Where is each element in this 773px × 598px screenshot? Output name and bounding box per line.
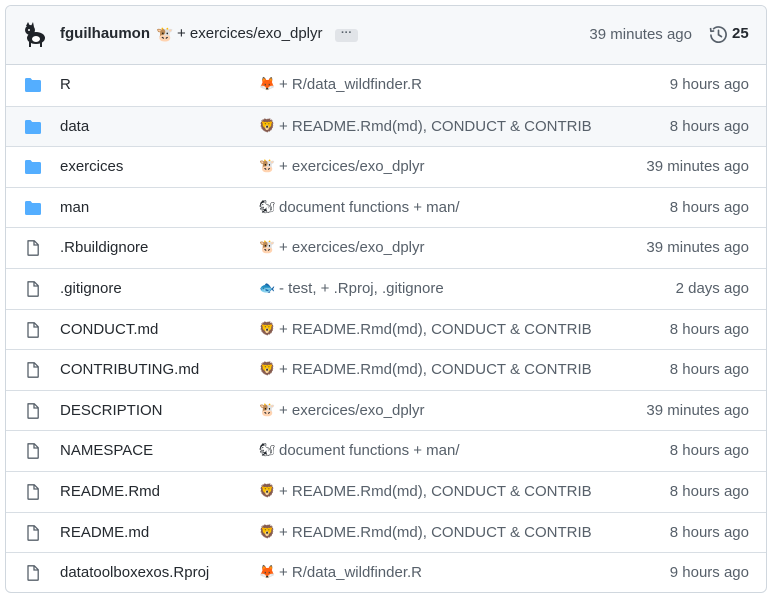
- history-icon[interactable]: [709, 25, 728, 44]
- folder-icon: [25, 119, 41, 134]
- file-commit-time: 39 minutes ago: [646, 158, 749, 176]
- file-icon: [27, 565, 39, 581]
- file-row[interactable]: DESCRIPTION 🐮 + exercices/exo_dplyr 39 m…: [6, 389, 766, 431]
- expand-commit-button[interactable]: ···: [335, 28, 358, 42]
- file-commit-time: 39 minutes ago: [646, 401, 749, 419]
- file-row[interactable]: man 🐿 document functions + man/ 8 hours …: [6, 186, 766, 228]
- file-row[interactable]: data 🦁 + README.Rmd(md), CONDUCT & CONTR…: [6, 105, 766, 147]
- folder-icon: [25, 200, 41, 215]
- file-commit-time: 2 days ago: [675, 279, 749, 297]
- cow-emoji-icon: 🐮: [156, 26, 174, 42]
- file-commit-time: 9 hours ago: [669, 564, 749, 582]
- file-row[interactable]: CONTRIBUTING.md 🦁 + README.Rmd(md), COND…: [6, 349, 766, 390]
- file-commit-message-link[interactable]: + README.Rmd(md), CONDUCT & CONTRIB: [279, 524, 592, 541]
- file-commit-message-link[interactable]: + README.Rmd(md), CONDUCT & CONTRIB: [279, 483, 592, 500]
- file-commit-time: 8 hours ago: [669, 117, 749, 135]
- commit-emoji-icon: 🦊: [259, 76, 276, 91]
- commit-emoji-icon: 🦁: [259, 117, 276, 133]
- file-name-link[interactable]: data: [60, 118, 89, 135]
- file-commit-message-link[interactable]: + exercices/exo_dplyr: [279, 402, 425, 419]
- file-icon: [27, 362, 39, 379]
- file-name-link[interactable]: CONTRIBUTING.md: [60, 361, 199, 378]
- file-name-link[interactable]: README.md: [60, 524, 149, 541]
- file-row[interactable]: README.Rmd 🦁 + README.Rmd(md), CONDUCT &…: [6, 470, 766, 512]
- file-name-link[interactable]: .Rbuildignore: [60, 239, 148, 256]
- file-name-link[interactable]: CONDUCT.md: [60, 321, 158, 338]
- commit-message[interactable]: + exercices/exo_dplyr: [177, 25, 323, 42]
- file-icon: [27, 443, 39, 460]
- latest-commit-bar: fguilhaumon 🐮 + exercices/exo_dplyr ··· …: [6, 6, 766, 65]
- file-commit-time: 8 hours ago: [669, 523, 749, 541]
- file-commit-time: 8 hours ago: [669, 361, 749, 379]
- file-commit-message-link[interactable]: document functions + man/: [279, 199, 460, 216]
- file-commit-time: 8 hours ago: [669, 482, 749, 500]
- file-row[interactable]: NAMESPACE 🐿 document functions + man/ 8 …: [6, 430, 766, 471]
- file-commit-message-link[interactable]: + README.Rmd(md), CONDUCT & CONTRIB: [279, 361, 592, 378]
- commit-emoji-icon: 🦁: [259, 320, 276, 336]
- file-name-link[interactable]: datatoolboxexos.Rproj: [60, 564, 209, 581]
- commit-count[interactable]: 25: [732, 25, 749, 42]
- file-list: R 🦊 + R/data_wildfinder.R 9 hours ago da…: [6, 65, 766, 592]
- file-commit-message-link[interactable]: + R/data_wildfinder.R: [279, 564, 422, 581]
- file-commit-message-link[interactable]: + exercices/exo_dplyr: [279, 158, 425, 175]
- file-commit-message-link[interactable]: + README.Rmd(md), CONDUCT & CONTRIB: [279, 118, 592, 135]
- file-row[interactable]: datatoolboxexos.Rproj 🦊 + R/data_wildfin…: [6, 552, 766, 592]
- file-commit-time: 39 minutes ago: [646, 239, 749, 257]
- folder-icon: [25, 78, 41, 92]
- file-name-link[interactable]: DESCRIPTION: [60, 402, 163, 419]
- file-row[interactable]: .Rbuildignore 🐮 + exercices/exo_dplyr 39…: [6, 227, 766, 268]
- commit-emoji-icon: 🐟: [259, 279, 276, 295]
- commit-emoji-icon: 🐮: [259, 158, 276, 174]
- file-icon: [27, 402, 39, 419]
- commit-emoji-icon: 🐿: [259, 198, 276, 214]
- file-icon: [27, 281, 39, 297]
- file-row[interactable]: exercices 🐮 + exercices/exo_dplyr 39 min…: [6, 146, 766, 187]
- file-name-link[interactable]: R: [60, 76, 71, 93]
- file-icon: [27, 240, 39, 257]
- author-avatar[interactable]: [22, 22, 48, 48]
- commit-emoji-icon: 🦁: [259, 482, 276, 498]
- file-name-link[interactable]: .gitignore: [60, 280, 122, 297]
- file-icon: [27, 524, 39, 541]
- commit-emoji-icon: 🦁: [259, 361, 276, 377]
- file-commit-message-link[interactable]: - test, + .Rproj, .gitignore: [279, 280, 444, 297]
- file-commit-time: 8 hours ago: [669, 320, 749, 338]
- file-commit-message-link[interactable]: + README.Rmd(md), CONDUCT & CONTRIB: [279, 321, 592, 338]
- commit-emoji-icon: 🦁: [259, 523, 276, 539]
- file-name-link[interactable]: README.Rmd: [60, 483, 160, 500]
- commit-emoji-icon: 🐮: [259, 401, 276, 417]
- file-name-link[interactable]: exercices: [60, 158, 123, 175]
- commit-emoji-icon: 🐿: [259, 442, 276, 458]
- file-row[interactable]: CONDUCT.md 🦁 + README.Rmd(md), CONDUCT &…: [6, 308, 766, 350]
- folder-icon: [25, 160, 41, 175]
- file-icon: [27, 321, 39, 338]
- commit-emoji-icon: 🐮: [259, 239, 276, 255]
- file-row[interactable]: README.md 🦁 + README.Rmd(md), CONDUCT & …: [6, 511, 766, 553]
- file-commit-message-link[interactable]: + exercices/exo_dplyr: [279, 239, 425, 256]
- file-commit-time: 8 hours ago: [669, 198, 749, 216]
- file-row[interactable]: R 🦊 + R/data_wildfinder.R 9 hours ago: [6, 65, 766, 106]
- file-name-link[interactable]: man: [60, 199, 89, 216]
- commit-emoji-icon: 🦊: [259, 564, 276, 580]
- file-icon: [27, 484, 39, 500]
- file-commit-time: 9 hours ago: [669, 76, 749, 93]
- commit-author[interactable]: fguilhaumon: [60, 25, 150, 42]
- file-commit-message-link[interactable]: + R/data_wildfinder.R: [279, 76, 422, 93]
- file-commit-message-link[interactable]: document functions + man/: [279, 442, 460, 459]
- file-browser: fguilhaumon 🐮 + exercices/exo_dplyr ··· …: [5, 5, 767, 593]
- file-row[interactable]: .gitignore 🐟 - test, + .Rproj, .gitignor…: [6, 267, 766, 309]
- file-commit-time: 8 hours ago: [669, 442, 749, 460]
- commit-time[interactable]: 39 minutes ago: [589, 26, 692, 43]
- file-name-link[interactable]: NAMESPACE: [60, 442, 153, 459]
